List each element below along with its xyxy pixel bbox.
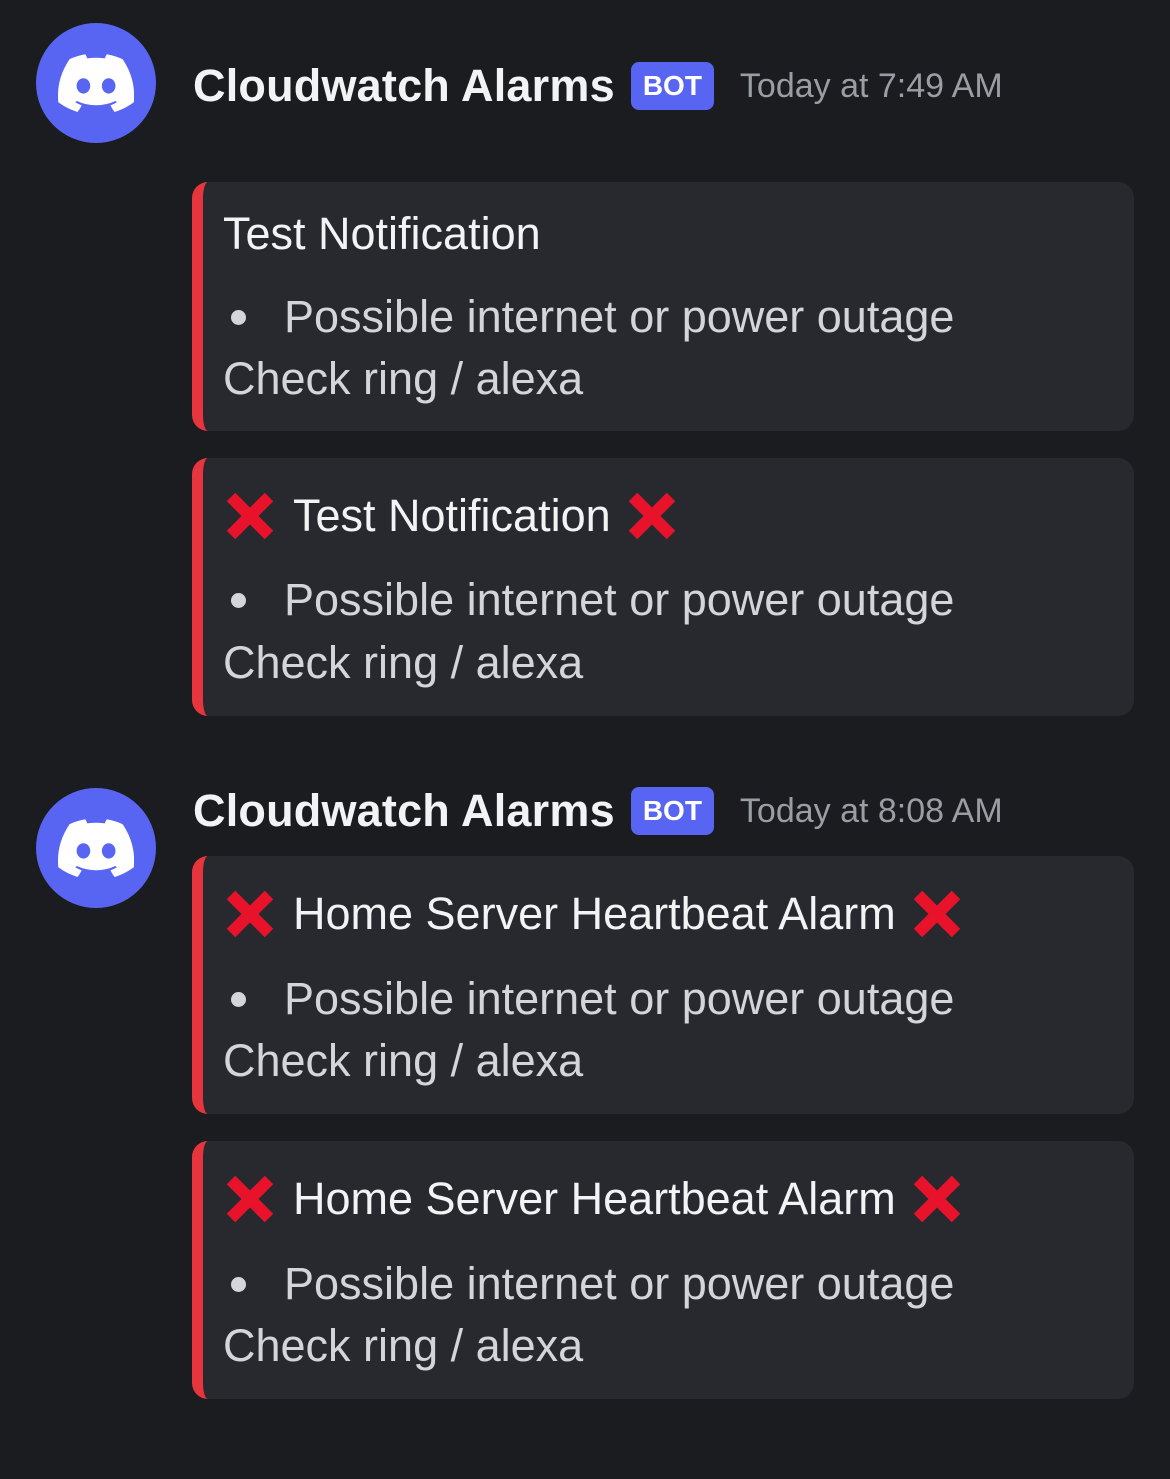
discord-logo-icon [58,819,134,877]
embed-description: Check ring / alexa [223,637,584,688]
bullet-text: Possible internet or power outage [284,291,955,342]
embed-bullet-item: Possible internet or power outage [223,973,955,1024]
avatar[interactable] [36,23,156,143]
discord-logo-icon [58,54,134,112]
bot-badge: BOT [630,62,714,110]
embed-title-text: Test Notification [293,490,611,541]
embed-title-text: Home Server Heartbeat Alarm [293,888,896,939]
alarm-embed: Home Server Heartbeat Alarm Possible int… [192,1141,1134,1399]
author-name[interactable]: Cloudwatch Alarms [193,785,615,837]
embed-title: Home Server Heartbeat Alarm [223,1169,964,1229]
embed-bullet-item: Possible internet or power outage [223,291,955,342]
embed-description: Check ring / alexa [223,353,584,404]
avatar[interactable] [36,788,156,908]
alarm-embed: Test Notification Possible internet or p… [192,458,1134,716]
embed-title: Home Server Heartbeat Alarm [223,884,964,944]
cross-mark-icon [223,1172,277,1226]
bullet-dot [231,1276,246,1292]
bullet-text: Possible internet or power outage [284,973,955,1024]
embed-title: Test Notification [223,204,541,264]
cross-mark-icon [625,489,679,543]
message-header: Cloudwatch Alarms BOT Today at 7:49 AM [193,56,1003,116]
cross-mark-icon [910,887,964,941]
bullet-dot [231,592,246,608]
timestamp: Today at 8:08 AM [739,791,1003,830]
bullet-dot [231,991,246,1007]
bot-badge: BOT [630,787,714,835]
alarm-embed: Test Notification Possible internet or p… [192,182,1134,431]
alarm-embed: Home Server Heartbeat Alarm Possible int… [192,856,1134,1114]
description-text: Check ring / alexa [223,637,584,688]
embed-description: Check ring / alexa [223,1035,584,1086]
description-text: Check ring / alexa [223,1320,584,1371]
embed-title: Test Notification [223,486,679,546]
bullet-text: Possible internet or power outage [284,574,955,625]
message-header: Cloudwatch Alarms BOT Today at 8:08 AM [193,781,1003,841]
bullet-text: Possible internet or power outage [284,1258,955,1309]
author-name[interactable]: Cloudwatch Alarms [193,60,615,112]
cross-mark-icon [223,489,277,543]
embed-bullet-item: Possible internet or power outage [223,1258,955,1309]
description-text: Check ring / alexa [223,1035,584,1086]
cross-mark-icon [910,1172,964,1226]
embed-title-text: Home Server Heartbeat Alarm [293,1173,896,1224]
timestamp: Today at 7:49 AM [739,66,1003,105]
embed-title-text: Test Notification [223,208,541,259]
embed-bullet-item: Possible internet or power outage [223,574,955,625]
description-text: Check ring / alexa [223,353,584,404]
bullet-dot [231,309,246,325]
embed-description: Check ring / alexa [223,1320,584,1371]
cross-mark-icon [223,887,277,941]
